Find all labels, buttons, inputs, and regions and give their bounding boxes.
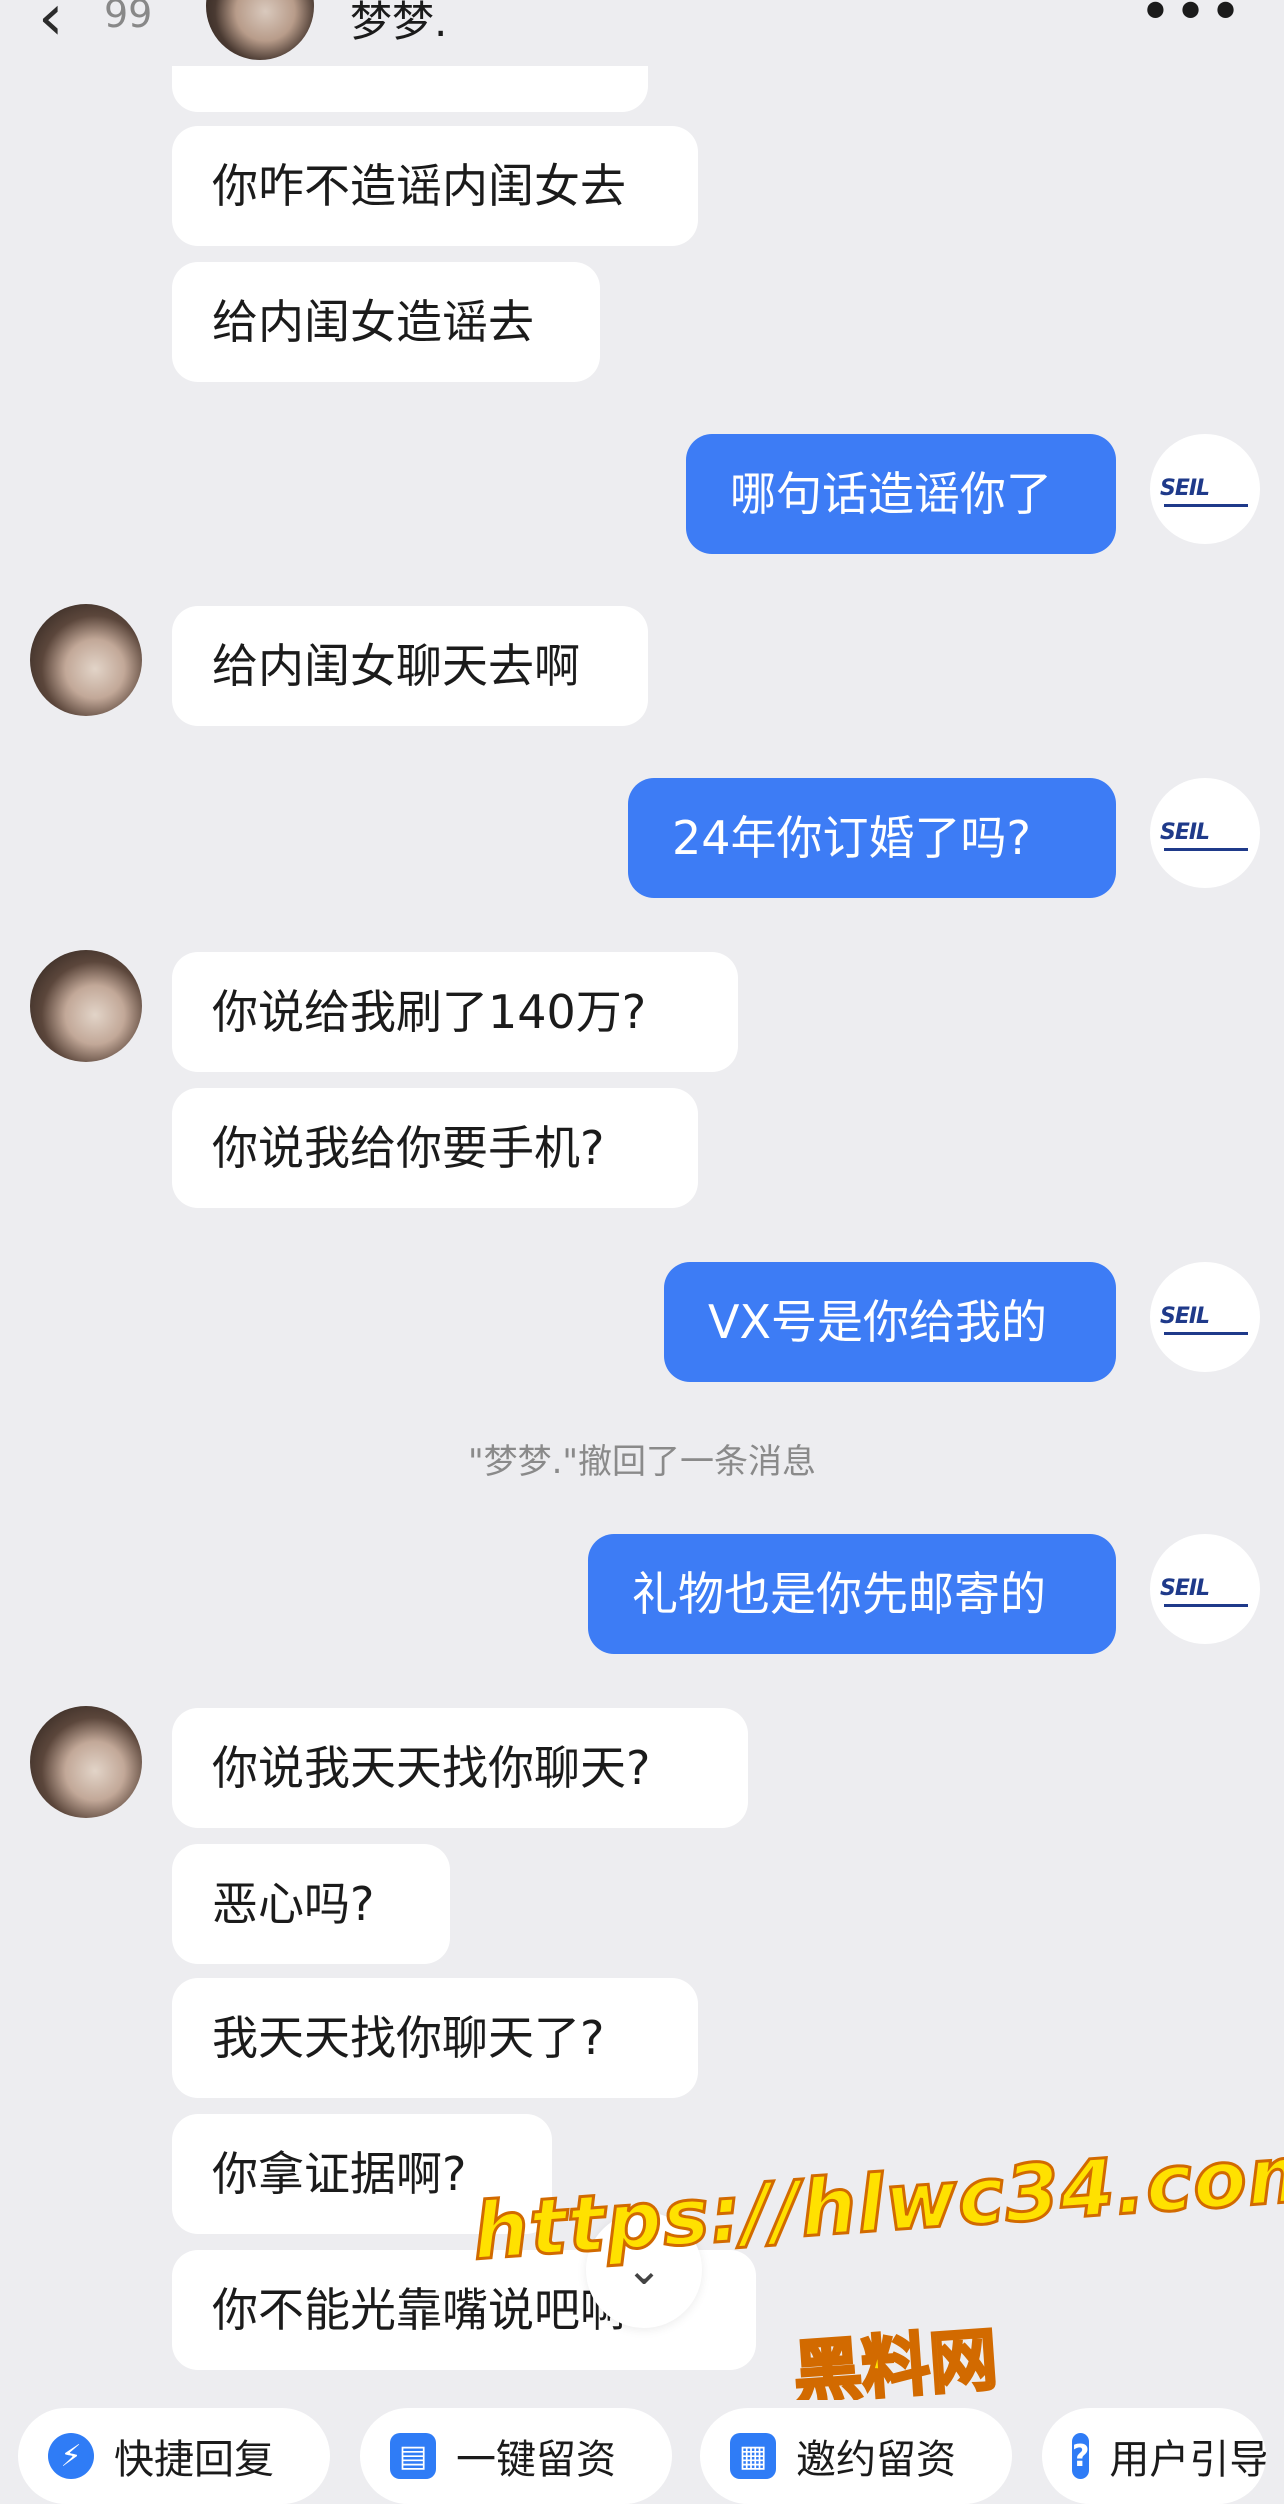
self-avatar-logo: SEIL bbox=[1160, 476, 1210, 501]
self-avatar[interactable]: SEIL bbox=[1150, 434, 1260, 544]
self-avatar[interactable]: SEIL bbox=[1150, 778, 1260, 888]
message-bubble-incoming[interactable]: 你说我给你要手机? bbox=[172, 1088, 698, 1208]
message-text: 我天天找你聊天了? bbox=[212, 2011, 605, 2065]
message-text: 你不能光靠嘴说吧啊? bbox=[212, 2283, 651, 2337]
chip-label: 邀约留资 bbox=[796, 2437, 956, 2483]
self-avatar-logo: SEIL bbox=[1160, 820, 1210, 845]
message-bubble-incoming[interactable]: 给内闺女造谣去 bbox=[172, 262, 600, 382]
watermark-url: https://hlwc34.com bbox=[469, 2127, 1284, 2280]
message-bubble-outgoing[interactable]: 哪句话造谣你了 bbox=[686, 434, 1116, 554]
contact-avatar-small[interactable] bbox=[30, 604, 142, 716]
message-bubble-incoming[interactable]: 恶心吗? bbox=[172, 1844, 450, 1964]
message-text: 24年你订婚了吗? bbox=[672, 811, 1031, 865]
message-text: 你说我给你要手机? bbox=[212, 1121, 605, 1175]
message-bubble-outgoing[interactable]: 24年你订婚了吗? bbox=[628, 778, 1116, 898]
message-text: VX号是你给我的 bbox=[708, 1295, 1047, 1349]
message-bubble-outgoing[interactable]: 礼物也是你先邮寄的 bbox=[588, 1534, 1116, 1654]
invite-lead-button[interactable]: ▦ 邀约留资 bbox=[700, 2408, 1012, 2504]
message-bubble-outgoing[interactable]: VX号是你给我的 bbox=[664, 1262, 1116, 1382]
self-avatar[interactable]: SEIL bbox=[1150, 1262, 1260, 1372]
message-bubble-incoming[interactable]: 你咋不造谣内闺女去 bbox=[172, 126, 698, 246]
logo-underline bbox=[1164, 848, 1248, 851]
self-avatar-logo: SEIL bbox=[1160, 1576, 1210, 1601]
chip-label: 快捷回复 bbox=[114, 2437, 274, 2483]
logo-underline bbox=[1164, 1332, 1248, 1335]
chip-label: 用户引导 bbox=[1109, 2437, 1266, 2483]
message-text: 你咋不造谣内闺女去 bbox=[212, 159, 626, 213]
quick-action-bar: ⚡ 快捷回复 ▤ 一键留资 ▦ 邀约留资 ? 用户引导 bbox=[0, 2400, 1284, 2504]
calendar-icon: ▦ bbox=[730, 2433, 776, 2479]
lightning-icon: ⚡ bbox=[48, 2433, 94, 2479]
message-text: 给内闺女聊天去啊 bbox=[212, 639, 580, 693]
message-bubble-incoming[interactable]: 给内闺女聊天去啊 bbox=[172, 606, 648, 726]
logo-underline bbox=[1164, 1604, 1248, 1607]
message-text: 给内闺女造谣去 bbox=[212, 295, 534, 349]
message-bubble-incoming[interactable]: 我天天找你聊天了? bbox=[172, 1978, 698, 2098]
logo-underline bbox=[1164, 504, 1248, 507]
message-bubble-incoming[interactable]: 你说给我刷了140万? bbox=[172, 952, 738, 1072]
document-icon: ▤ bbox=[390, 2433, 436, 2479]
chip-label: 一键留资 bbox=[456, 2437, 616, 2483]
message-text: 你说我天天找你聊天? bbox=[212, 1741, 651, 1795]
one-click-lead-button[interactable]: ▤ 一键留资 bbox=[360, 2408, 672, 2504]
message-text: 你说给我刷了140万? bbox=[212, 985, 647, 1039]
self-avatar-logo: SEIL bbox=[1160, 1304, 1210, 1329]
message-bubble-incoming[interactable]: 你说我天天找你聊天? bbox=[172, 1708, 748, 1828]
message-text: 哪句话造谣你了 bbox=[730, 467, 1052, 521]
contact-avatar-small[interactable] bbox=[30, 950, 142, 1062]
help-icon: ? bbox=[1072, 2433, 1090, 2479]
message-bubble-partial bbox=[172, 66, 648, 112]
message-text: 礼物也是你先邮寄的 bbox=[632, 1567, 1046, 1621]
quick-reply-button[interactable]: ⚡ 快捷回复 bbox=[18, 2408, 330, 2504]
self-avatar[interactable]: SEIL bbox=[1150, 1534, 1260, 1644]
contact-avatar-small[interactable] bbox=[30, 1706, 142, 1818]
user-guide-button[interactable]: ? 用户引导 bbox=[1042, 2408, 1266, 2504]
chat-area[interactable]: 你咋不造谣内闺女去 给内闺女造谣去 哪句话造谣你了 SEIL 给内闺女聊天去啊 … bbox=[0, 0, 1284, 2415]
message-text: 恶心吗? bbox=[212, 1877, 375, 1931]
message-text: 你拿证据啊? bbox=[212, 2147, 467, 2201]
recall-notice: "梦梦."撤回了一条消息 bbox=[467, 1442, 817, 1482]
